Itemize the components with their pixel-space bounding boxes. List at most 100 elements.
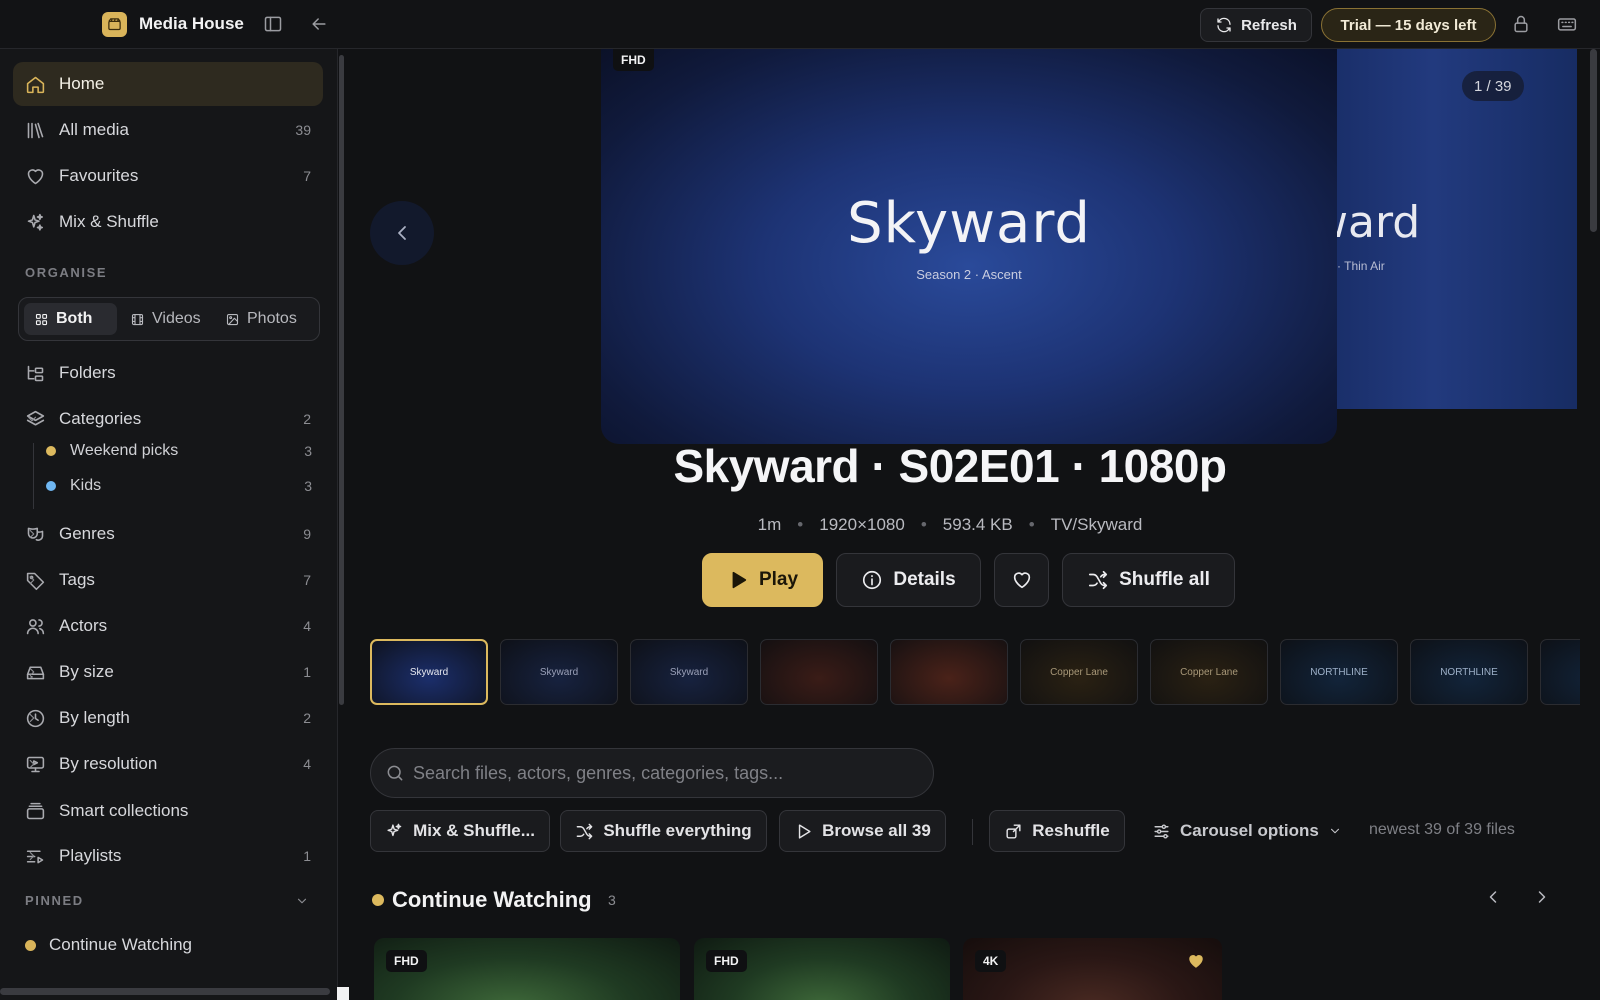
carousel-thumbnail[interactable]: NORTHLINE xyxy=(1280,639,1398,705)
chevron-right-icon xyxy=(29,529,35,539)
chevron-right-icon xyxy=(29,575,35,585)
category-weekend-picks[interactable]: Weekend picks 3 xyxy=(46,436,324,466)
browse-all-button[interactable]: Browse all 39 xyxy=(779,810,946,852)
search-icon xyxy=(387,765,403,781)
sidebar-item-by-resolution[interactable]: By resolution 4 xyxy=(13,742,323,786)
sidebar-toggle-icon[interactable] xyxy=(263,14,283,34)
play-button[interactable]: Play xyxy=(702,553,823,607)
sidebar-item-label: By resolution xyxy=(59,754,158,773)
sidebar-item-label: Folders xyxy=(59,363,116,382)
hero-slide[interactable]: FHD Skyward Season 2 · Ascent xyxy=(601,49,1337,444)
continue-watching-count: 3 xyxy=(608,892,616,908)
sidebar-item-genres[interactable]: Genres 9 xyxy=(13,512,323,556)
carousel-thumbnail[interactable]: Skyward xyxy=(370,639,488,705)
film-icon xyxy=(131,313,144,325)
carousel-thumbnail[interactable]: Skyward xyxy=(500,639,618,705)
app-logo-icon xyxy=(102,12,127,37)
continue-watching-card[interactable]: FHD xyxy=(694,938,950,1000)
info-icon xyxy=(863,570,882,590)
carousel-thumbnail[interactable]: NORTHLINE xyxy=(1410,639,1528,705)
meta-duration: 1m xyxy=(757,515,782,534)
thumbnail-label: Copper Lane xyxy=(1050,666,1108,678)
sidebar-item-tags[interactable]: Tags 7 xyxy=(13,558,323,602)
sidebar-item-count: 9 xyxy=(303,526,311,542)
details-button[interactable]: Details xyxy=(836,553,981,607)
sidebar-item-folders[interactable]: Folders xyxy=(13,351,323,395)
sidebar-item-playlists[interactable]: Playlists 1 xyxy=(13,834,323,878)
category-kids[interactable]: Kids 3 xyxy=(46,471,324,501)
sidebar-item-mix-shuffle[interactable]: Mix & Shuffle xyxy=(13,200,323,244)
continue-watching-card[interactable]: 4K xyxy=(963,938,1222,1000)
chevron-right-icon xyxy=(29,759,35,769)
row-prev-button[interactable] xyxy=(1483,887,1503,907)
dice-share-icon xyxy=(1006,823,1021,839)
category-label: Kids xyxy=(70,477,102,494)
category-color-dot xyxy=(46,446,56,456)
trial-badge-button[interactable]: Trial — 15 days left xyxy=(1321,8,1496,42)
search-bar[interactable] xyxy=(370,748,934,798)
mix-shuffle-button[interactable]: Mix & Shuffle... xyxy=(370,810,550,852)
next-slide-title: ward xyxy=(1337,197,1421,248)
carousel-prev-button[interactable] xyxy=(370,201,434,265)
carousel-options-dropdown[interactable]: Carousel options xyxy=(1152,810,1342,852)
refresh-button[interactable]: Refresh xyxy=(1200,8,1312,42)
sidebar-item-categories[interactable]: Categories 2 xyxy=(13,397,323,441)
main-content: ward · Thin Air FHD Skyward Season 2 · A… xyxy=(350,49,1600,1000)
thumbnail-label: Skyward xyxy=(539,666,579,678)
sidebar-item-label: Playlists xyxy=(59,846,122,865)
filter-videos-button[interactable]: Videos xyxy=(120,303,211,335)
chevron-right-icon xyxy=(1538,891,1546,903)
sidebar-item-favourites[interactable]: Favourites 7 xyxy=(13,154,323,198)
browse-all-label: Browse all 39 xyxy=(822,821,931,840)
search-input[interactable] xyxy=(413,762,913,784)
pinned-item-continue-watching[interactable]: Continue Watching xyxy=(25,935,192,955)
row-next-button[interactable] xyxy=(1532,887,1552,907)
filter-both-button[interactable]: Both xyxy=(24,303,117,335)
shuffle-everything-button[interactable]: Shuffle everything xyxy=(560,810,767,852)
favourite-button[interactable] xyxy=(994,553,1049,607)
hero-slide-subtitle: Season 2 · Ascent xyxy=(916,267,1022,282)
sidebar-item-actors[interactable]: Actors 4 xyxy=(13,604,323,648)
keyboard-icon[interactable] xyxy=(1557,14,1577,34)
users-icon xyxy=(26,618,45,634)
sidebar-item-count: 1 xyxy=(303,848,311,864)
back-icon[interactable] xyxy=(309,14,329,34)
sidebar-item-home[interactable]: Home xyxy=(13,62,323,106)
shuffle-icon xyxy=(1089,570,1108,590)
chevron-down-icon[interactable] xyxy=(295,894,309,908)
carousel-thumbnail[interactable] xyxy=(760,639,878,705)
carousel-thumbnail[interactable]: Skyward xyxy=(630,639,748,705)
thumbnail-label: Skyward xyxy=(409,666,449,678)
carousel-thumbnail[interactable]: Copper Lane xyxy=(1150,639,1268,705)
mix-shuffle-label: Mix & Shuffle... xyxy=(413,821,535,840)
chevron-right-icon xyxy=(29,667,35,677)
sidebar-item-count: 2 xyxy=(303,710,311,726)
carousel-thumbnail[interactable] xyxy=(1540,639,1580,705)
sparkles-icon xyxy=(387,823,402,836)
reshuffle-button[interactable]: Reshuffle xyxy=(989,810,1125,852)
sidebar-item-count: 4 xyxy=(303,756,311,772)
category-color-dot xyxy=(46,481,56,491)
sidebar-item-by-length[interactable]: By length 2 xyxy=(13,696,323,740)
sidebar-item-by-size[interactable]: By size 1 xyxy=(13,650,323,694)
carousel-thumbnail[interactable] xyxy=(890,639,1008,705)
chevron-right-icon xyxy=(29,851,35,861)
sidebar-item-label: Favourites xyxy=(59,166,139,185)
favourite-heart-icon[interactable] xyxy=(1187,952,1205,970)
sidebar-scrollbar[interactable] xyxy=(339,55,344,705)
sidebar-item-label: Smart collections xyxy=(59,801,189,820)
sidebar-item-label: By length xyxy=(59,708,130,727)
play-label: Play xyxy=(758,569,799,590)
carousel-next-slide[interactable]: ward · Thin Air xyxy=(1337,49,1577,409)
sidebar-item-smart-collections[interactable]: Smart collections xyxy=(13,789,323,833)
filter-photos-button[interactable]: Photos xyxy=(215,303,307,335)
shuffle-all-button[interactable]: Shuffle all xyxy=(1062,553,1235,607)
sidebar-horizontal-scrollbar[interactable] xyxy=(0,988,330,995)
carousel-thumbnail[interactable]: Copper Lane xyxy=(1020,639,1138,705)
sidebar-item-all-media[interactable]: All media 39 xyxy=(13,108,323,152)
play-icon xyxy=(732,571,747,589)
continue-watching-card[interactable]: FHD xyxy=(374,938,680,1000)
thumbnail-label: NORTHLINE xyxy=(1440,666,1498,678)
main-scrollbar[interactable] xyxy=(1590,49,1597,232)
lock-icon[interactable] xyxy=(1511,14,1531,34)
